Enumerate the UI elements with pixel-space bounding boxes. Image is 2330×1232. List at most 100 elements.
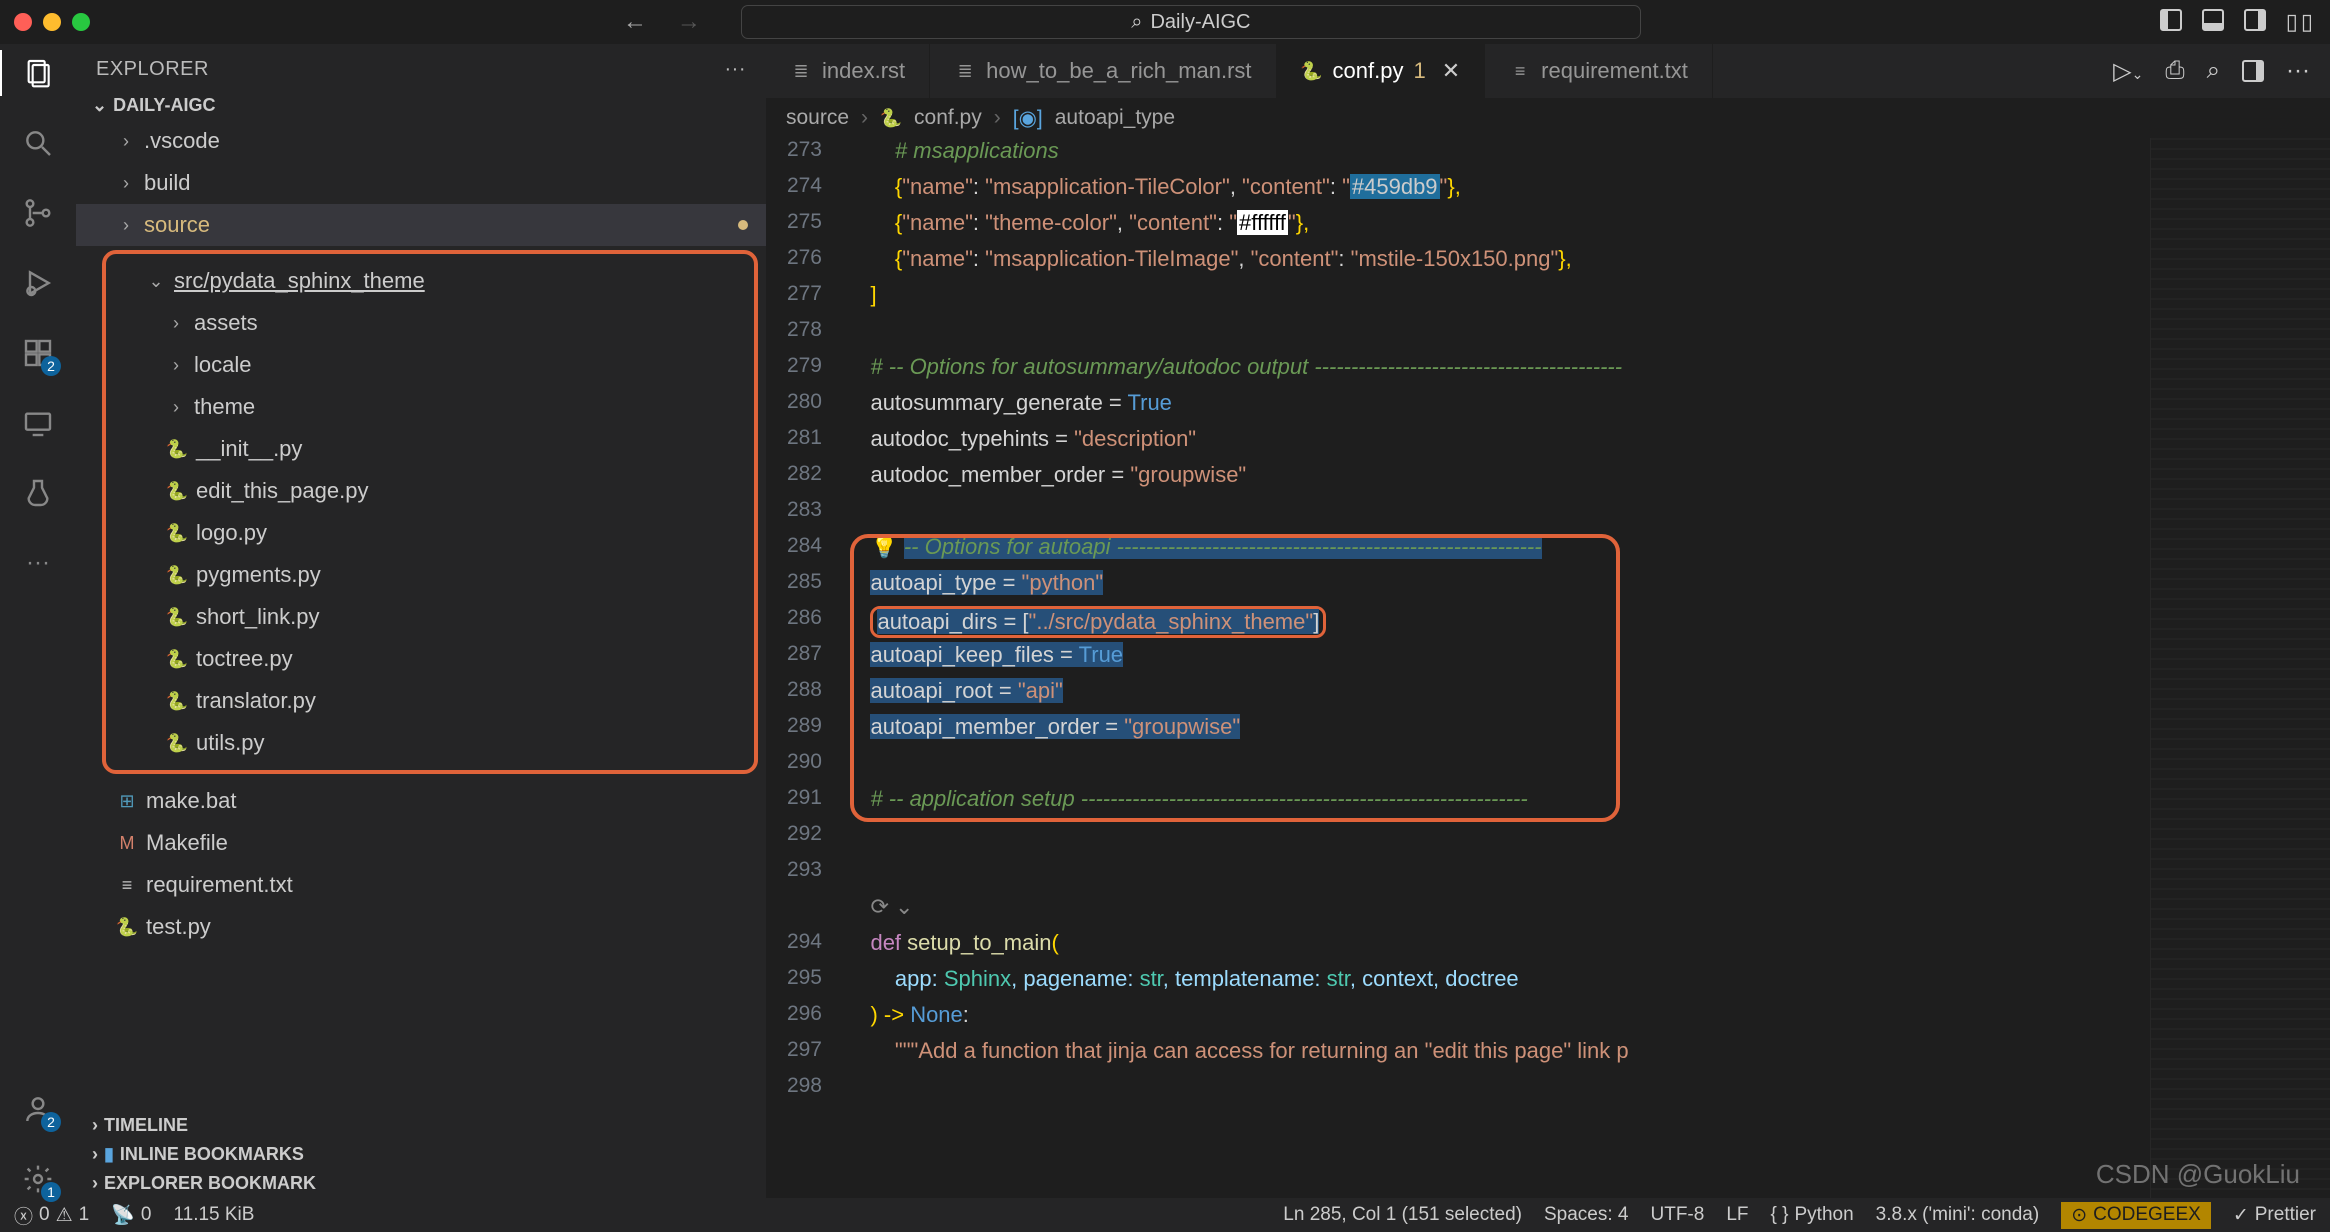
eol-status[interactable]: LF: [1726, 1204, 1748, 1226]
lightbulb-icon[interactable]: 💡: [870, 534, 897, 559]
explorer-activity[interactable]: [19, 54, 57, 92]
project-section[interactable]: ⌄DAILY-AIGC: [76, 91, 766, 120]
python-icon: 🐍: [166, 690, 188, 712]
file-test[interactable]: 🐍test.py: [76, 906, 766, 948]
folder-locale[interactable]: ›locale: [106, 344, 754, 386]
folder-build[interactable]: ›build: [76, 162, 766, 204]
forward-button[interactable]: →: [677, 8, 701, 36]
breadcrumb-symbol[interactable]: autoapi_type: [1055, 106, 1175, 130]
check-icon: ✓: [2233, 1204, 2249, 1227]
tab-howto[interactable]: ≣how_to_be_a_rich_man.rst: [930, 44, 1276, 98]
toggle-secondary-sidebar-icon[interactable]: [2244, 9, 2266, 31]
python-icon: 🐍: [166, 606, 188, 628]
settings-badge: 1: [41, 1182, 61, 1202]
inline-bookmarks-section[interactable]: ›▮INLINE BOOKMARKS: [76, 1140, 766, 1169]
tab-requirement[interactable]: ≡requirement.txt: [1485, 44, 1713, 98]
split-editor-icon[interactable]: [2242, 60, 2264, 82]
folder-theme[interactable]: ›theme: [106, 386, 754, 428]
search-activity[interactable]: [19, 124, 57, 162]
codegeex-icon: ⊙: [2071, 1204, 2087, 1227]
codegeex-status[interactable]: ⊙ CODEGEEX: [2061, 1202, 2211, 1229]
extensions-activity[interactable]: 2: [19, 334, 57, 372]
file-makefile[interactable]: MMakefile: [76, 822, 766, 864]
settings-activity[interactable]: 1: [19, 1160, 57, 1198]
folder-vscode[interactable]: ›.vscode: [76, 120, 766, 162]
editor-area: ≣index.rst ≣how_to_be_a_rich_man.rst 🐍 co…: [766, 44, 2330, 1198]
python-env-status[interactable]: 3.8.x ('mini': conda): [1876, 1204, 2040, 1226]
testing-activity[interactable]: [19, 474, 57, 512]
file-edit[interactable]: 🐍edit_this_page.py: [106, 470, 754, 512]
more-activity[interactable]: ···: [19, 544, 57, 582]
language-status[interactable]: { }Python: [1771, 1204, 1854, 1226]
python-icon: 🐍: [166, 522, 188, 544]
encoding-status[interactable]: UTF-8: [1651, 1204, 1705, 1226]
more-editor-icon[interactable]: ···: [2286, 57, 2310, 85]
code-editor[interactable]: 273 # msapplications 274 {"name": "msapp…: [766, 138, 2150, 1198]
extensions-badge: 2: [41, 356, 61, 376]
file-makebat[interactable]: ⊞make.bat: [76, 780, 766, 822]
text-icon: ≡: [116, 874, 138, 896]
status-bar: ⓧ0 ⚠1 📡0 11.15 KiB Ln 285, Col 1 (151 se…: [0, 1198, 2330, 1232]
prettier-status[interactable]: ✓Prettier: [2233, 1204, 2316, 1227]
radio-icon: 📡: [111, 1203, 135, 1227]
title-bar: ← → ⌕ Daily-AIGC ▯▯: [0, 0, 2330, 44]
filesize-status[interactable]: 11.15 KiB: [173, 1204, 254, 1226]
minimap[interactable]: [2150, 138, 2330, 1198]
modified-count: 1: [1413, 58, 1425, 84]
accounts-activity[interactable]: 2: [19, 1090, 57, 1128]
breadcrumb-source[interactable]: source: [786, 106, 849, 130]
python-icon: 🐍: [1301, 60, 1323, 82]
file-utils[interactable]: 🐍utils.py: [106, 722, 754, 764]
minimize-window-icon[interactable]: [43, 13, 61, 31]
source-control-activity[interactable]: [19, 194, 57, 232]
problems-status[interactable]: ⓧ0 ⚠1: [14, 1202, 89, 1229]
file-logo[interactable]: 🐍logo.py: [106, 512, 754, 554]
project-name: DAILY-AIGC: [113, 95, 215, 116]
file-translator[interactable]: 🐍translator.py: [106, 680, 754, 722]
toggle-panel-icon[interactable]: [2202, 9, 2224, 31]
file-requirement[interactable]: ≡requirement.txt: [76, 864, 766, 906]
close-window-icon[interactable]: [14, 13, 32, 31]
close-tab-icon[interactable]: ✕: [1442, 58, 1460, 84]
explorer-more-icon[interactable]: ···: [725, 58, 746, 81]
folder-assets[interactable]: ›assets: [106, 302, 754, 344]
explorer-bookmark-section[interactable]: ›EXPLORER BOOKMARK: [76, 1169, 766, 1198]
file-short-link[interactable]: 🐍short_link.py: [106, 596, 754, 638]
breadcrumb[interactable]: source› 🐍conf.py› [◉]autoapi_type: [766, 98, 2330, 138]
rst-icon: ≣: [790, 60, 812, 82]
makefile-icon: M: [116, 832, 138, 854]
run-debug-activity[interactable]: [19, 264, 57, 302]
file-pygments[interactable]: 🐍pygments.py: [106, 554, 754, 596]
watermark: CSDN @GuokLiu: [2096, 1159, 2300, 1190]
folder-source[interactable]: ›source: [76, 204, 766, 246]
remote-activity[interactable]: [19, 404, 57, 442]
python-icon: 🐍: [166, 438, 188, 460]
tab-index[interactable]: ≣index.rst: [766, 44, 930, 98]
warning-icon: ⚠: [56, 1204, 73, 1227]
cursor-position[interactable]: Ln 285, Col 1 (151 selected): [1283, 1204, 1522, 1226]
tab-conf[interactable]: 🐍conf.py 1✕: [1277, 44, 1486, 98]
radio-status[interactable]: 📡0: [111, 1203, 151, 1227]
python-icon: 🐍: [880, 107, 902, 129]
accounts-badge: 2: [41, 1112, 61, 1132]
search-editor-icon[interactable]: ⌕: [2207, 57, 2220, 85]
customize-layout-icon[interactable]: ▯▯: [2286, 9, 2316, 35]
explorer-title: EXPLORER: [96, 58, 209, 81]
python-icon: 🐍: [166, 732, 188, 754]
file-toctree[interactable]: 🐍toctree.py: [106, 638, 754, 680]
nav-arrows: ← →: [623, 8, 701, 36]
indent-status[interactable]: Spaces: 4: [1544, 1204, 1629, 1226]
run-button[interactable]: ▷⌄: [2113, 57, 2143, 86]
back-button[interactable]: ←: [623, 8, 647, 36]
window-controls: [14, 13, 90, 31]
file-init[interactable]: 🐍__init__.py: [106, 428, 754, 470]
bat-icon: ⊞: [116, 790, 138, 812]
timeline-section[interactable]: ›TIMELINE: [76, 1111, 766, 1140]
breadcrumb-conf[interactable]: conf.py: [914, 106, 982, 130]
command-center[interactable]: ⌕ Daily-AIGC: [741, 5, 1641, 39]
maximize-window-icon[interactable]: [72, 13, 90, 31]
folder-src-pydata[interactable]: ⌄src/pydata_sphinx_theme: [106, 260, 754, 302]
print-icon[interactable]: ⎙: [2165, 57, 2184, 85]
toggle-primary-sidebar-icon[interactable]: [2160, 9, 2182, 31]
search-icon: ⌕: [1131, 11, 1142, 34]
